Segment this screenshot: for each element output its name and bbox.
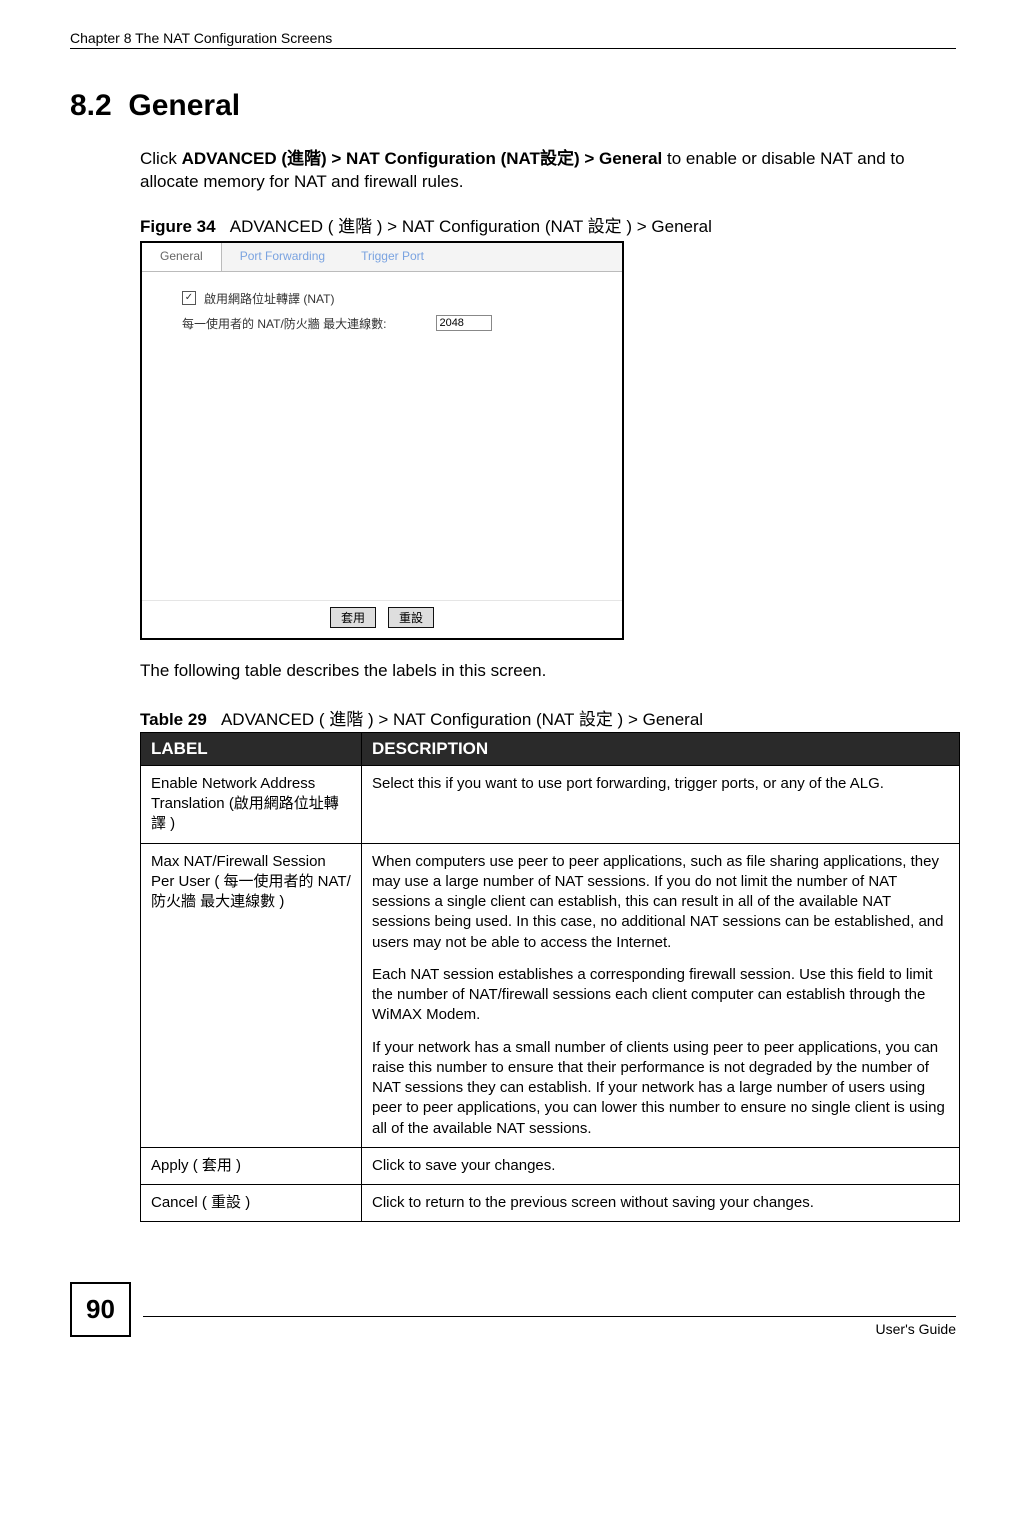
footer-guide-text: User's Guide <box>143 1321 956 1337</box>
enable-nat-label: 啟用網路位址轉譯 (NAT) <box>204 290 334 307</box>
tab-port-forwarding[interactable]: Port Forwarding <box>222 243 343 271</box>
table-caption-text: ADVANCED ( 進階 ) > NAT Configuration (NAT… <box>221 710 703 729</box>
post-figure-text: The following table describes the labels… <box>140 660 956 683</box>
section-heading: 8.2 General <box>70 89 956 123</box>
figure-caption-text: ADVANCED ( 進階 ) > NAT Configuration (NAT… <box>230 217 712 236</box>
footer-rule <box>143 1316 956 1317</box>
figure-label: Figure 34 <box>140 217 216 236</box>
table-label: Table 29 <box>140 710 207 729</box>
table-caption: Table 29 ADVANCED ( 進階 ) > NAT Configura… <box>140 705 956 730</box>
cell-label: Enable Network Address Translation (啟用網路… <box>141 765 362 843</box>
enable-nat-checkbox[interactable]: ✓ <box>182 291 196 305</box>
table-row: Max NAT/Firewall Session Per User ( 每一使用… <box>141 843 960 1147</box>
desc-para: If your network has a small number of cl… <box>372 1038 949 1139</box>
figure-screenshot: General Port Forwarding Trigger Port ✓ 啟… <box>140 241 624 640</box>
section-title: General <box>128 89 240 122</box>
page-number: 90 <box>70 1282 131 1337</box>
table-row: Enable Network Address Translation (啟用網路… <box>141 765 960 843</box>
page-footer: 90 User's Guide <box>70 1282 956 1337</box>
tab-general[interactable]: General <box>142 243 222 271</box>
th-description: DESCRIPTION <box>362 732 960 765</box>
intro-pre: Click <box>140 149 182 168</box>
desc-para: Each NAT session establishes a correspon… <box>372 965 949 1026</box>
th-label: LABEL <box>141 732 362 765</box>
desc-para: When computers use peer to peer applicat… <box>372 852 949 953</box>
header-rule <box>70 48 956 49</box>
description-table: LABEL DESCRIPTION Enable Network Address… <box>140 732 960 1223</box>
cell-label: Max NAT/Firewall Session Per User ( 每一使用… <box>141 843 362 1147</box>
max-session-label: 每一使用者的 NAT/防火牆 最大連線數: <box>182 315 386 332</box>
cell-label: Apply ( 套用 ) <box>141 1147 362 1184</box>
running-header: Chapter 8 The NAT Configuration Screens <box>70 30 956 46</box>
cell-desc: Click to save your changes. <box>362 1147 960 1184</box>
intro-bold-path: ADVANCED (進階) > NAT Configuration (NAT設定… <box>182 149 663 168</box>
tab-bar: General Port Forwarding Trigger Port <box>142 243 622 272</box>
reset-button[interactable]: 重設 <box>388 607 434 628</box>
table-row: Apply ( 套用 ) Click to save your changes. <box>141 1147 960 1184</box>
cell-desc: When computers use peer to peer applicat… <box>362 843 960 1147</box>
cell-desc: Select this if you want to use port forw… <box>362 765 960 843</box>
figure-caption: Figure 34 ADVANCED ( 進階 ) > NAT Configur… <box>140 212 956 237</box>
tab-trigger-port[interactable]: Trigger Port <box>343 243 442 271</box>
apply-button[interactable]: 套用 <box>330 607 376 628</box>
max-session-input[interactable] <box>436 315 492 331</box>
nat-panel: ✓ 啟用網路位址轉譯 (NAT) 每一使用者的 NAT/防火牆 最大連線數: <box>142 272 622 600</box>
section-number: 8.2 <box>70 89 112 122</box>
table-row: Cancel ( 重設 ) Click to return to the pre… <box>141 1185 960 1222</box>
intro-paragraph: Click ADVANCED (進階) > NAT Configuration … <box>140 148 956 194</box>
cell-desc: Click to return to the previous screen w… <box>362 1185 960 1222</box>
cell-label: Cancel ( 重設 ) <box>141 1185 362 1222</box>
